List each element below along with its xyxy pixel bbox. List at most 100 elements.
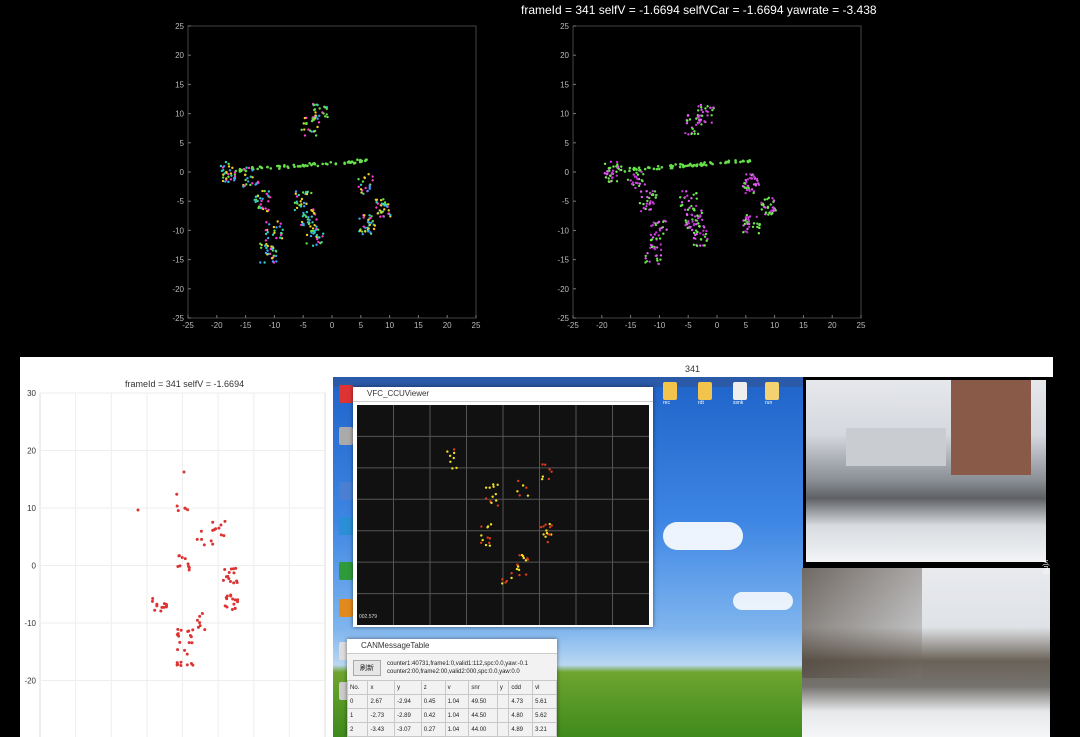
point: [655, 257, 659, 260]
table-header-cell[interactable]: y: [496, 680, 510, 695]
table-row[interactable]: 1 -2.73 -2.89 0.42 1.04 44.50 4.80 5.62: [346, 708, 557, 723]
point: [767, 213, 770, 216]
point: [654, 223, 658, 227]
table-row[interactable]: 2 -3.43 -3.07 0.27 1.04 44.00 4.89 3.21: [346, 722, 557, 737]
refresh-button[interactable]: 刷新: [353, 660, 381, 676]
point: [545, 531, 549, 535]
table-header-cell[interactable]: cdd: [508, 680, 534, 695]
app-icon[interactable]: [339, 599, 353, 617]
point: [678, 165, 682, 169]
table-row[interactable]: 0 2.67 -2.94 0.45 1.04 49.50 4.73 5.61: [346, 694, 557, 709]
table-header-cell[interactable]: v: [444, 680, 470, 695]
point: [267, 194, 270, 197]
point: [688, 118, 692, 121]
table-header-cell[interactable]: z: [420, 680, 446, 695]
point: [658, 227, 662, 230]
point: [743, 181, 747, 185]
point: [491, 495, 494, 498]
table-header-cell[interactable]: No.: [346, 680, 369, 695]
viewer-window[interactable]: VFC_CCUViewer 002.579: [353, 387, 653, 627]
point: [762, 203, 765, 207]
desktop-icon-run[interactable]: run: [765, 382, 779, 406]
desktop-background: rec rdt ssnk run VFC_CCUViewer 002.579 C…: [333, 377, 803, 737]
point-cloud-plot-left[interactable]: 2520151050-5-10-15-20-25-25 -20 -15 -10 -5 0 5…: [160, 20, 490, 335]
x-tick-label: -15: [625, 321, 637, 330]
viewer-titlebar[interactable]: VFC_CCUViewer: [353, 387, 653, 402]
top-plot-title: frameId = 341 selfV = -1.6694 selfVCar =…: [521, 3, 877, 17]
point: [229, 567, 233, 571]
point: [481, 538, 484, 542]
point: [175, 504, 179, 508]
point: [279, 233, 283, 237]
point: [710, 114, 713, 117]
point: [175, 492, 179, 496]
viewer-grid-plot[interactable]: [357, 405, 649, 625]
point: [750, 177, 753, 180]
point: [225, 170, 228, 174]
table-header-cell[interactable]: snr: [468, 680, 498, 695]
point: [303, 134, 307, 137]
point: [387, 209, 390, 212]
y-tick-label: 25: [175, 22, 184, 31]
table-header-cell[interactable]: y: [394, 680, 422, 695]
table-cell: 49.50: [468, 694, 498, 709]
point: [639, 190, 643, 193]
point: [620, 168, 623, 172]
desktop-icon-ssnk[interactable]: ssnk: [733, 382, 747, 406]
point: [274, 250, 278, 253]
app-icon[interactable]: [339, 385, 353, 403]
point: [219, 523, 223, 527]
point: [645, 260, 649, 263]
point: [224, 160, 228, 164]
y-tick-label: 5: [565, 139, 570, 148]
point: [299, 200, 302, 203]
point: [263, 189, 266, 193]
point: [282, 165, 286, 168]
desktop-icon-rec[interactable]: rec: [663, 382, 677, 406]
point: [176, 663, 180, 667]
point: [452, 456, 455, 460]
point: [236, 598, 240, 602]
point: [642, 172, 645, 176]
point: [264, 228, 267, 232]
can-table-window[interactable]: CANMessageTable 刷新 counter1:40731,frame1…: [346, 639, 557, 737]
app-icon[interactable]: [339, 482, 353, 500]
point: [273, 229, 276, 232]
point: [649, 200, 652, 203]
viewer-window-title: VFC_CCUViewer: [367, 389, 430, 398]
twitter-icon[interactable]: [339, 517, 353, 535]
point: [649, 243, 653, 247]
table-header-cell[interactable]: x: [367, 680, 396, 695]
radar-scatter-plot[interactable]: 30 20 10 0 -10 -20: [20, 387, 333, 737]
app-icon[interactable]: [339, 562, 353, 580]
point: [315, 225, 318, 228]
x-tick-label: 15: [799, 321, 808, 330]
point: [750, 188, 754, 191]
table-cell: 5.62: [532, 708, 557, 723]
point: [270, 247, 274, 251]
point: [280, 237, 284, 240]
point: [604, 176, 608, 179]
point: [704, 107, 707, 110]
point: [300, 128, 303, 132]
point: [221, 166, 225, 169]
desktop-icon-rdt[interactable]: rdt: [698, 382, 712, 406]
app-icon[interactable]: [339, 427, 353, 445]
point: [259, 246, 263, 249]
point: [293, 208, 297, 212]
point: [183, 506, 187, 510]
point: [311, 221, 314, 224]
point: [748, 225, 751, 229]
table-titlebar[interactable]: CANMessageTable: [347, 639, 557, 654]
table-cell: 2: [346, 722, 369, 737]
point: [380, 211, 383, 214]
point: [238, 167, 242, 171]
table-header-cell[interactable]: vl: [532, 680, 557, 695]
point-cloud-plot-right[interactable]: 2520151050-5-10-15-20-25-25 -20 -15 -10 -5 0 5…: [545, 20, 875, 335]
point: [694, 233, 697, 237]
point: [366, 230, 370, 233]
y-tick-label: -5: [562, 197, 570, 206]
point: [238, 170, 242, 173]
point: [640, 170, 643, 174]
table-cell: 4.73: [508, 694, 534, 709]
